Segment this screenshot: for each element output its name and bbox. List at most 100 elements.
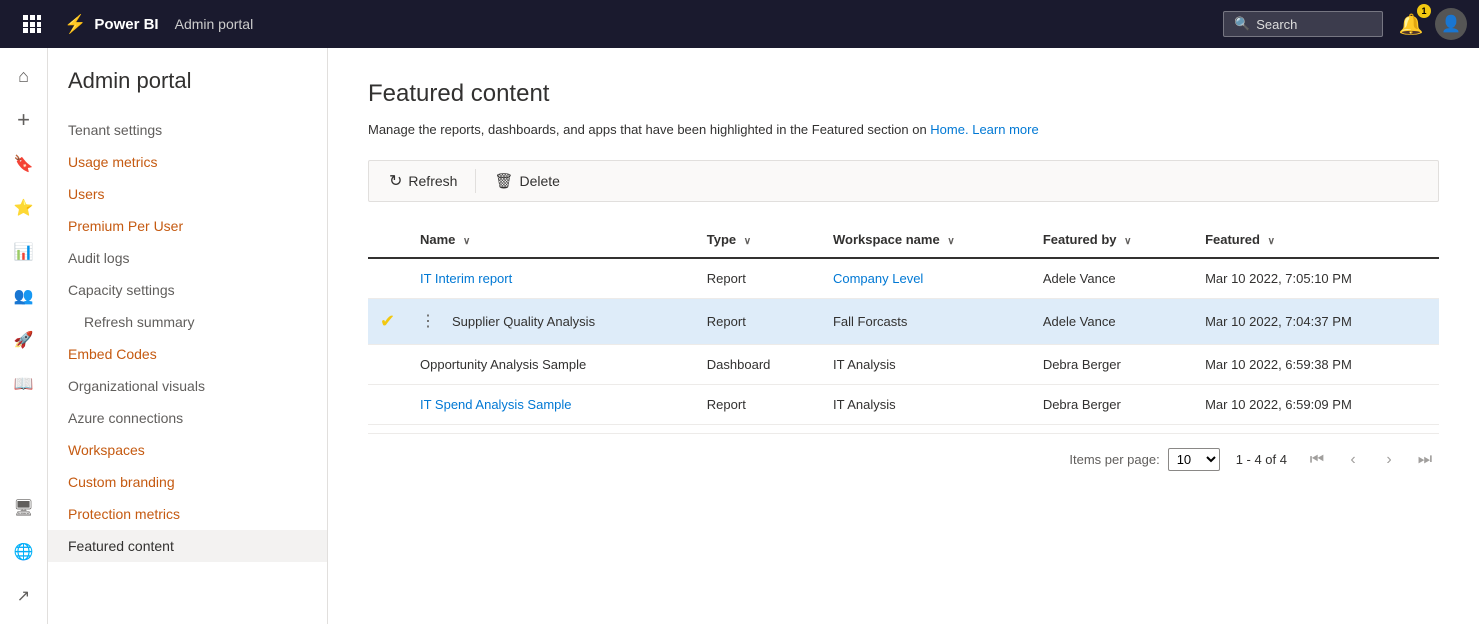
rail-favorites[interactable]: ⭐	[4, 188, 44, 228]
row-checkbox-cell	[368, 384, 408, 424]
col-name-label: Name	[420, 232, 455, 247]
workspace-sort-icon: ∨	[947, 236, 954, 247]
row-context-menu[interactable]: ⋮	[420, 311, 436, 331]
grid-icon[interactable]	[12, 4, 52, 44]
row-workspace-cell: Company Level	[821, 258, 1031, 299]
pagination-range: 1 - 4 of 4	[1236, 452, 1287, 467]
sidebar-item-premium-per-user[interactable]: Premium Per User	[48, 210, 327, 242]
content-area: Featured content Manage the reports, das…	[328, 48, 1479, 624]
row-featured-by-cell: Debra Berger	[1031, 384, 1193, 424]
delete-button[interactable]: 🗑 Delete	[482, 166, 572, 196]
table-row[interactable]: ✔⋮Supplier Quality AnalysisReportFall Fo…	[368, 298, 1439, 344]
col-workspace[interactable]: Workspace name ∨	[821, 222, 1031, 258]
sidebar-title: Admin portal	[48, 68, 327, 114]
app-name: Power BI	[94, 16, 158, 33]
col-type-label: Type	[707, 232, 736, 247]
search-icon: 🔍	[1234, 16, 1250, 32]
col-select	[368, 222, 408, 258]
table-row[interactable]: IT Interim reportReportCompany LevelAdel…	[368, 258, 1439, 299]
row-name-cell: ⋮ Supplier Quality Analysis	[408, 298, 695, 344]
sidebar-item-capacity-settings[interactable]: Capacity settings	[48, 274, 327, 306]
sidebar-item-custom-branding[interactable]: Custom branding	[48, 466, 327, 498]
row-check-icon: ✔	[380, 311, 395, 331]
rail-bookmarks[interactable]: 🔖	[4, 144, 44, 184]
first-page-button[interactable]: ⏮	[1303, 446, 1331, 474]
sidebar-item-refresh-summary[interactable]: Refresh summary	[48, 306, 327, 338]
row-workspace-cell: IT Analysis	[821, 344, 1031, 384]
main-layout: ⌂ + 🔖 ⭐ 📊 👥 🚀 📖 🖥 🌐 ↗ Admin portal Tenan…	[0, 48, 1479, 624]
sidebar-item-workspaces[interactable]: Workspaces	[48, 434, 327, 466]
rail-monitor[interactable]: 🖥	[4, 488, 44, 528]
sidebar-item-audit-logs[interactable]: Audit logs	[48, 242, 327, 274]
last-page-button[interactable]: ⏭	[1411, 446, 1439, 474]
row-name-link[interactable]: IT Interim report	[420, 271, 512, 286]
sidebar-item-featured-content[interactable]: Featured content	[48, 530, 327, 562]
row-featured-by-cell: Adele Vance	[1031, 298, 1193, 344]
row-name-text: Supplier Quality Analysis	[452, 314, 595, 329]
row-name-link[interactable]: IT Spend Analysis Sample	[420, 397, 572, 412]
rail-global[interactable]: 🌐	[4, 532, 44, 572]
notification-bell[interactable]: 🔔 1	[1395, 8, 1427, 40]
delete-icon: 🗑	[494, 172, 513, 190]
col-featured-label: Featured	[1205, 232, 1260, 247]
delete-label: Delete	[519, 173, 559, 189]
table-row[interactable]: IT Spend Analysis Sample ReportIT Analysi…	[368, 384, 1439, 424]
sidebar-item-tenant-settings[interactable]: Tenant settings	[48, 114, 327, 146]
topbar: ⚡ Power BI Admin portal 🔍 Search 🔔 1 👤	[0, 0, 1479, 48]
row-featured-date-cell: Mar 10 2022, 6:59:09 PM	[1193, 384, 1439, 424]
prev-page-button[interactable]: ‹	[1339, 446, 1367, 474]
sidebar-item-users[interactable]: Users	[48, 178, 327, 210]
col-featured-by[interactable]: Featured by ∨	[1031, 222, 1193, 258]
sidebar-item-protection-metrics[interactable]: Protection metrics	[48, 498, 327, 530]
col-workspace-label: Workspace name	[833, 232, 940, 247]
featured-sort-icon: ∨	[1268, 236, 1275, 247]
toolbar-separator	[475, 169, 476, 193]
row-type-cell: Report	[695, 258, 821, 299]
rail-learn[interactable]: 📖	[4, 364, 44, 404]
row-name-cell: IT Spend Analysis Sample	[408, 384, 695, 424]
refresh-button[interactable]: ↻ Refresh	[377, 165, 469, 197]
rail-create[interactable]: +	[4, 100, 44, 140]
user-avatar[interactable]: 👤	[1435, 8, 1467, 40]
items-per-page-label: Items per page:	[1069, 452, 1159, 467]
rail-people[interactable]: 👥	[4, 276, 44, 316]
toolbar: ↻ Refresh 🗑 Delete	[368, 160, 1439, 202]
row-name-cell: IT Interim report	[408, 258, 695, 299]
rail-home[interactable]: ⌂	[4, 56, 44, 96]
rail-dashboards[interactable]: 📊	[4, 232, 44, 272]
learn-more-link[interactable]: Learn more	[972, 122, 1038, 137]
home-link[interactable]: Home.	[930, 122, 968, 137]
row-featured-by-cell: Debra Berger	[1031, 344, 1193, 384]
refresh-label: Refresh	[408, 173, 457, 189]
app-logo: ⚡ Power BI Admin portal	[64, 14, 253, 35]
col-featured[interactable]: Featured ∨	[1193, 222, 1439, 258]
rail-expand[interactable]: ↗	[4, 576, 44, 616]
powerbi-icon: ⚡	[64, 14, 86, 35]
table-header-row: Name ∨ Type ∨ Workspace name ∨ Featured …	[368, 222, 1439, 258]
search-box[interactable]: 🔍 Search	[1223, 11, 1383, 37]
sidebar-item-usage-metrics[interactable]: Usage metrics	[48, 146, 327, 178]
section-title: Admin portal	[175, 16, 254, 32]
refresh-icon: ↻	[389, 171, 402, 191]
col-type[interactable]: Type ∨	[695, 222, 821, 258]
type-sort-icon: ∨	[744, 236, 751, 247]
rail-apps[interactable]: 🚀	[4, 320, 44, 360]
items-per-page-select[interactable]: 10 25 50 100	[1168, 448, 1220, 471]
row-checkbox-cell	[368, 344, 408, 384]
sidebar-item-azure-connections[interactable]: Azure connections	[48, 402, 327, 434]
table-row[interactable]: Opportunity Analysis SampleDashboardIT A…	[368, 344, 1439, 384]
sidebar-item-embed-codes[interactable]: Embed Codes	[48, 338, 327, 370]
description-text: Manage the reports, dashboards, and apps…	[368, 122, 927, 137]
pagination: Items per page: 10 25 50 100 1 - 4 of 4 …	[368, 433, 1439, 486]
row-type-cell: Report	[695, 384, 821, 424]
page-title: Featured content	[368, 80, 1439, 108]
row-workspace-link[interactable]: Company Level	[833, 271, 923, 286]
row-checkbox-cell: ✔	[368, 298, 408, 344]
row-name-cell: Opportunity Analysis Sample	[408, 344, 695, 384]
next-page-button[interactable]: ›	[1375, 446, 1403, 474]
sidebar-item-org-visuals[interactable]: Organizational visuals	[48, 370, 327, 402]
row-workspace-cell: IT Analysis	[821, 384, 1031, 424]
col-name[interactable]: Name ∨	[408, 222, 695, 258]
col-featured-by-label: Featured by	[1043, 232, 1117, 247]
featured-content-table: Name ∨ Type ∨ Workspace name ∨ Featured …	[368, 222, 1439, 425]
